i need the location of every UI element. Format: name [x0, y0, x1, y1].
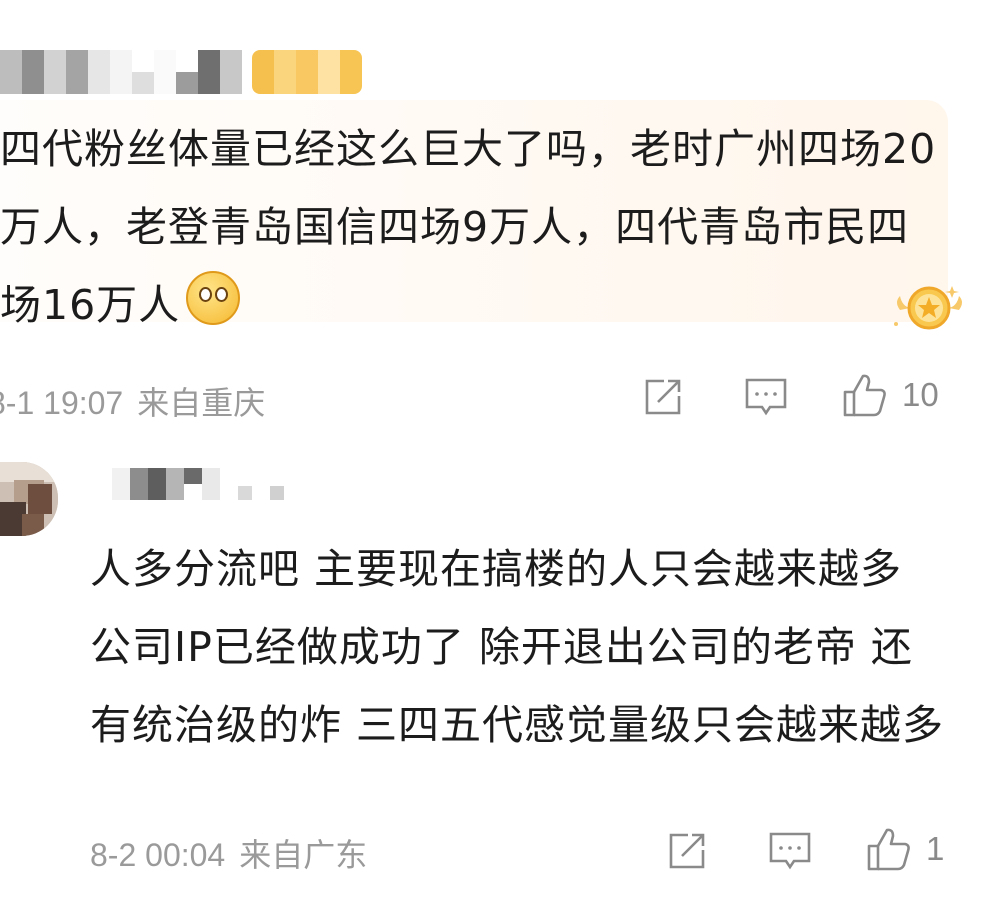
reply-button[interactable] — [744, 376, 788, 418]
comment-meta: 8-2 00:04 来自广东 — [90, 830, 367, 876]
avatar[interactable] — [0, 462, 58, 536]
username-blurred[interactable] — [0, 50, 294, 94]
share-button[interactable] — [642, 376, 684, 418]
thinking-face-emoji — [186, 271, 241, 325]
like-count: 1 — [926, 830, 945, 867]
share-button[interactable] — [666, 830, 708, 872]
member-badge-blurred — [252, 50, 362, 94]
comment-icon — [769, 832, 811, 870]
share-icon — [645, 379, 681, 415]
star-badge-icon — [894, 286, 962, 330]
like-button[interactable]: 1 — [866, 826, 944, 872]
timestamp: 8-2 00:04 — [90, 837, 226, 873]
like-button[interactable]: 10 — [842, 372, 939, 418]
reply-button[interactable] — [768, 830, 812, 872]
comment-text: 四代粉丝体量已经这么巨大了吗，老时广州四场20万人，老登青岛国信四场9万人，四代… — [0, 125, 937, 329]
username-blurred[interactable] — [112, 468, 284, 500]
comment-meta: 8-1 19:07 来自重庆 — [0, 378, 265, 424]
like-count: 10 — [902, 376, 939, 413]
comment-2: 人多分流吧 主要现在搞楼的人只会越来越多 公司IP已经做成功了 除开退出公司的老… — [0, 440, 990, 911]
location: 来自重庆 — [137, 385, 266, 421]
comment-text: 人多分流吧 主要现在搞楼的人只会越来越多 公司IP已经做成功了 除开退出公司的老… — [90, 545, 945, 749]
timestamp: 8-1 19:07 — [0, 385, 124, 421]
thumbs-up-icon — [867, 828, 910, 871]
comment-1: 四代粉丝体量已经这么巨大了吗，老时广州四场20万人，老登青岛国信四场9万人，四代… — [0, 0, 990, 440]
location: 来自广东 — [239, 837, 368, 873]
share-icon — [669, 833, 705, 869]
comment-icon — [745, 378, 787, 416]
thumbs-up-icon — [843, 374, 886, 417]
